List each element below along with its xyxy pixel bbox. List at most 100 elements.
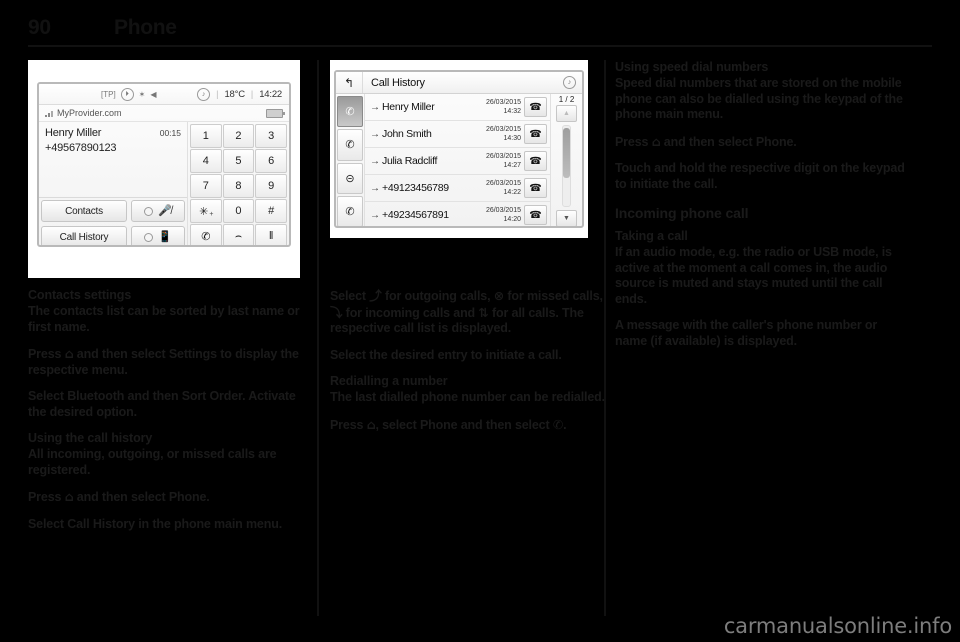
scroll-down-button[interactable]: ▼: [556, 210, 577, 226]
all-calls-filter[interactable]: ✆: [337, 96, 363, 128]
missed-calls-icon: ⊗: [493, 288, 505, 303]
dial-entry-button[interactable]: ☎: [524, 124, 547, 144]
call-entry-date: 26/03/2015: [485, 207, 521, 214]
page-number: 90: [28, 16, 51, 39]
key-5[interactable]: 5: [222, 149, 255, 173]
page-header: 90 Phone: [28, 16, 932, 47]
key-6[interactable]: 6: [255, 149, 287, 173]
heading-taking-a-call: Taking a call: [615, 229, 688, 243]
dial-entry-button[interactable]: ☎: [524, 178, 547, 198]
call-button[interactable]: ✆: [190, 224, 222, 245]
call-entry-time: 14:32: [503, 108, 521, 115]
call-entry-name: +49123456789: [382, 182, 449, 194]
dial-entry-button[interactable]: ☎: [524, 151, 547, 171]
scrollbar-thumb[interactable]: [563, 128, 570, 178]
all-calls-icon: ⇅: [478, 304, 489, 320]
key-2[interactable]: 2: [222, 124, 255, 148]
key-hash[interactable]: #: [255, 199, 287, 223]
key-8[interactable]: 8: [222, 174, 255, 198]
scrollbar-track[interactable]: [562, 125, 571, 207]
call-entry-time: 14:20: [503, 216, 521, 223]
contacts-button[interactable]: Contacts: [41, 200, 127, 222]
key-label: 0: [235, 205, 242, 217]
key-label: 3: [268, 130, 275, 142]
phone-speaker-toggle[interactable]: 📱: [131, 226, 185, 245]
radio-dot-icon: [144, 232, 154, 242]
key-label: 9: [268, 180, 275, 192]
dial-entry-button[interactable]: ☎: [524, 97, 547, 117]
incoming-calls-filter[interactable]: ✆: [337, 129, 363, 161]
status-separator-2: |: [250, 89, 254, 99]
call-history-row[interactable]: → +49234567891 26/03/2015 14:20 ☎: [365, 202, 550, 226]
call-entry-timestamp: 26/03/2015 14:32: [486, 98, 524, 116]
call-entry-time: 14:27: [503, 162, 521, 169]
call-entry-timestamp: 26/03/2015 14:22: [486, 179, 524, 197]
dial-keypad[interactable]: 1 2 3 4 5 6 7 8 9 ✳ + 0 # ✆ ⌢ ‖: [188, 122, 289, 245]
active-call-info: Henry Miller 00:15 +49567890123: [39, 122, 187, 197]
paragraph-press-home-phone: Press ⌂ and then select Phone.: [28, 489, 313, 506]
paragraph-call-filters: Select ⤴ for outgoing calls, ⊗ for misse…: [330, 288, 605, 337]
active-caller-name: Henry Miller: [45, 127, 102, 139]
call-entry-date: 26/03/2015: [485, 126, 521, 133]
microphone-mute-toggle[interactable]: 🎤̸: [131, 200, 185, 222]
direction-arrow-icon: →: [370, 128, 380, 140]
key-1[interactable]: 1: [190, 124, 222, 148]
text-fragment: Select: [330, 289, 370, 303]
paragraph-audio-muted: If an audio mode, e.g. the radio or USB …: [615, 245, 892, 306]
key-4[interactable]: 4: [190, 149, 222, 173]
call-entry-date: 26/03/2015: [485, 99, 521, 106]
music-note-icon: ♪: [563, 76, 576, 89]
text-fragment: Press: [330, 417, 367, 432]
status-bar: [TP] ⏵ ✶ ◀ ♪ | 18°C | 14:22: [39, 84, 289, 105]
call-history-row[interactable]: → Henry Miller 26/03/2015 14:32 ☎: [365, 94, 550, 121]
infotainment-screen-phone: [TP] ⏵ ✶ ◀ ♪ | 18°C | 14:22 MyProvider.c…: [37, 82, 291, 247]
text-fragment: and then select Phone.: [73, 490, 210, 504]
key-7[interactable]: 7: [190, 174, 222, 198]
text-fragment: for missed calls,: [504, 289, 603, 303]
column-2: ↰ Call History ♪ ✆ ✆ ⊝ ✆ → Henry Miller …: [330, 60, 615, 616]
battery-icon: [266, 108, 285, 118]
paragraph-press-home-settings: Press ⌂ and then select Settings to disp…: [28, 346, 313, 378]
key-plus-label: +: [209, 210, 214, 218]
heading-using-call-history: Using the call history: [28, 431, 153, 445]
heading-contacts-settings: Contacts settings: [28, 288, 132, 302]
pause-button[interactable]: ‖: [255, 224, 287, 245]
text-fragment: Press: [28, 347, 65, 361]
paragraph-contacts-sort: The contacts list can be sorted by last …: [28, 304, 300, 334]
text-fragment: for outgoing calls,: [381, 289, 494, 303]
radio-dot-icon: [144, 206, 154, 216]
paragraph-select-entry: Select the desired entry to initiate a c…: [330, 347, 562, 362]
paragraph-touch-and-hold: Touch and hold the respective digit on t…: [615, 161, 905, 191]
pause-icon: ‖: [268, 230, 274, 242]
call-history-row[interactable]: → John Smith 26/03/2015 14:30 ☎: [365, 121, 550, 148]
key-label: 6: [268, 155, 275, 167]
outgoing-calls-filter[interactable]: ✆: [337, 195, 363, 226]
call-history-row[interactable]: → Julia Radcliff 26/03/2015 14:27 ☎: [365, 148, 550, 175]
end-call-button[interactable]: ⌢: [222, 224, 255, 245]
call-entry-date: 26/03/2015: [485, 153, 521, 160]
infotainment-screen-call-history: ↰ Call History ♪ ✆ ✆ ⊝ ✆ → Henry Miller …: [334, 70, 584, 228]
key-9[interactable]: 9: [255, 174, 287, 198]
key-3[interactable]: 3: [255, 124, 287, 148]
key-star[interactable]: ✳ +: [190, 199, 222, 223]
call-history-titlebar: ↰ Call History ♪: [336, 72, 582, 94]
key-label: 5: [235, 155, 242, 167]
paragraph-speed-dial-stored: Speed dial numbers that are stored on th…: [615, 76, 903, 121]
direction-arrow-icon: →: [370, 182, 380, 194]
music-note-icon: ♪: [197, 87, 211, 101]
back-button[interactable]: ↰: [336, 72, 363, 93]
direction-arrow-icon: →: [370, 155, 380, 167]
paragraph-press-home-redial: Press ⌂, select Phone and then select ✆.: [330, 417, 605, 434]
call-history-row[interactable]: → +49123456789 26/03/2015 14:22 ☎: [365, 175, 550, 202]
call-entry-name: Julia Radcliff: [382, 155, 438, 167]
call-entry-time: 14:22: [503, 189, 521, 196]
dial-entry-button[interactable]: ☎: [524, 205, 547, 225]
key-0[interactable]: 0: [222, 199, 255, 223]
missed-calls-filter[interactable]: ⊝: [337, 162, 363, 194]
call-history-button[interactable]: Call History: [41, 226, 127, 245]
site-watermark: carmanualsonline.info: [723, 614, 952, 638]
scroll-up-button[interactable]: ▲: [556, 105, 577, 122]
text-fragment: and then select Phone.: [660, 134, 797, 149]
column-1: [TP] ⏵ ✶ ◀ ♪ | 18°C | 14:22 MyProvider.c…: [28, 60, 313, 616]
list-scrollbar[interactable]: 1 / 2 ▲ ▼: [550, 94, 582, 226]
